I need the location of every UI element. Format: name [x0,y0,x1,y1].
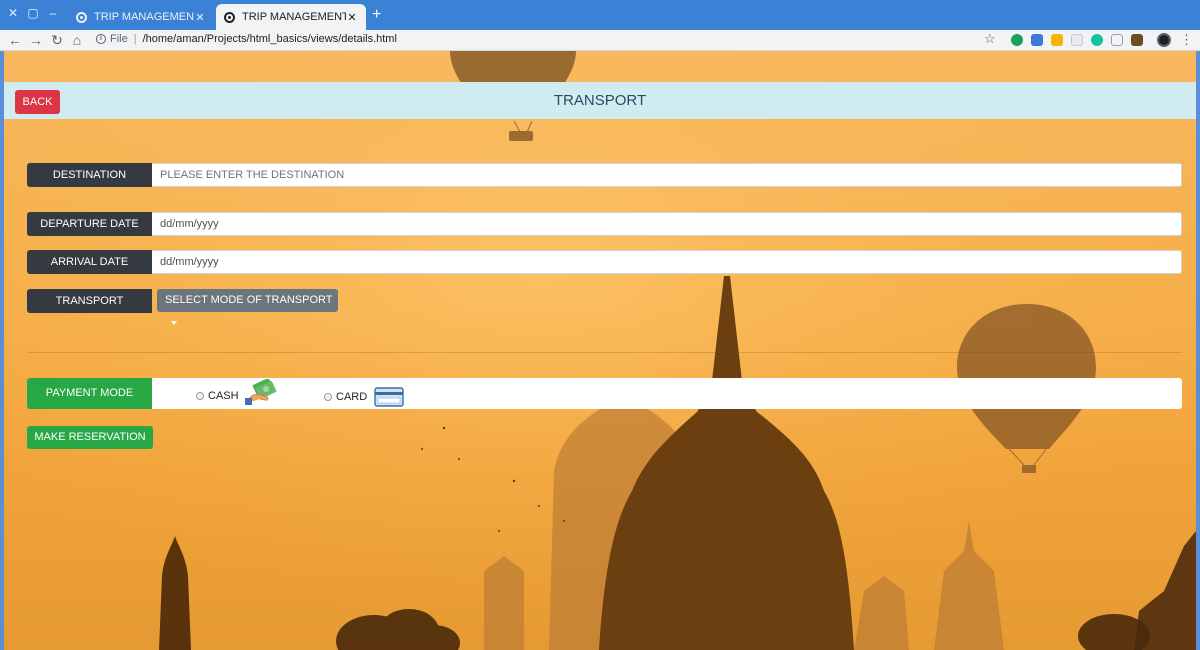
departure-date-label: DEPARTURE DATE [27,212,152,236]
globe-icon [224,11,235,23]
page-header: TRANSPORT BACK [4,82,1196,119]
background-scene-image [4,51,1196,650]
browser-tab-inactive[interactable]: TRIP MANAGEMENT ✕ [68,4,214,30]
transport-dropdown-label: SELECT MODE OF TRANSPORT [165,294,333,306]
back-button[interactable]: BACK [15,90,60,114]
extension-icon[interactable] [1091,34,1103,46]
forward-arrow-icon[interactable]: → [27,31,45,49]
address-bar[interactable]: i File | /home/aman/Projects/html_basics… [96,33,397,45]
page-title: TRANSPORT [553,92,647,109]
profile-avatar-icon[interactable] [1157,33,1171,47]
url-separator: | [133,33,137,45]
extension-icon[interactable] [1031,34,1043,46]
payment-mode-label: PAYMENT MODE [27,378,152,409]
window-maximize-icon[interactable]: ▢ [26,6,40,20]
browser-tab-strip: ✕ ▢ – TRIP MANAGEMENT ✕ TRIP MANAGEMENT … [0,0,1200,30]
extension-icon[interactable] [1051,34,1063,46]
extension-icon[interactable] [1011,34,1023,46]
home-icon[interactable]: ⌂ [68,31,86,49]
destination-label: DESTINATION [27,163,152,187]
url-scheme-label: File [110,33,128,45]
cash-option[interactable]: CASH [196,379,279,405]
tab-title: TRIP MANAGEMENT [242,11,346,23]
transport-mode-dropdown[interactable]: SELECT MODE OF TRANSPORT [157,289,338,326]
tab-close-icon[interactable]: ✕ [194,11,206,24]
browser-tab-active[interactable]: TRIP MANAGEMENT ✕ [216,4,366,30]
back-arrow-icon[interactable]: ← [6,31,24,49]
make-reservation-button[interactable]: MAKE RESERVATION [27,426,153,449]
new-tab-icon[interactable]: + [372,6,381,24]
section-divider [27,352,1182,353]
browser-toolbar: ← → ↻ ⌂ i File | /home/aman/Projects/htm… [0,30,1200,51]
departure-date-input[interactable]: dd/mm/yyyy [152,212,1182,236]
card-radio[interactable] [324,393,332,401]
arrival-date-input[interactable]: dd/mm/yyyy [152,250,1182,274]
extension-icon[interactable] [1111,34,1123,46]
caret-down-icon [171,321,177,326]
tab-title: TRIP MANAGEMENT [94,11,194,23]
reload-icon[interactable]: ↻ [48,31,66,49]
extension-icon[interactable] [1071,34,1083,46]
window-close-icon[interactable]: ✕ [6,6,20,20]
page-viewport: TRANSPORT BACK DESTINATION DEPARTURE DAT… [4,51,1196,650]
credit-card-icon [374,387,404,407]
url-text[interactable]: /home/aman/Projects/html_basics/views/de… [143,33,397,45]
bookmark-star-icon[interactable]: ☆ [984,31,996,47]
card-label: CARD [336,391,368,403]
cash-label: CASH [208,390,239,402]
globe-icon [76,11,87,23]
arrival-date-label: ARRIVAL DATE [27,250,152,274]
payment-options: CASH CARD [152,378,1182,409]
destination-input[interactable] [152,163,1182,187]
card-option[interactable]: CARD [324,387,404,407]
extension-icon[interactable] [1131,34,1143,46]
cash-icon [244,379,276,405]
tab-close-icon[interactable]: ✕ [346,11,358,24]
cash-radio[interactable] [196,392,204,400]
browser-menu-icon[interactable]: ⋮ [1180,32,1193,48]
transport-label: TRANSPORT [27,289,152,313]
info-icon[interactable]: i [96,34,106,44]
window-minimize-icon[interactable]: – [46,6,60,20]
